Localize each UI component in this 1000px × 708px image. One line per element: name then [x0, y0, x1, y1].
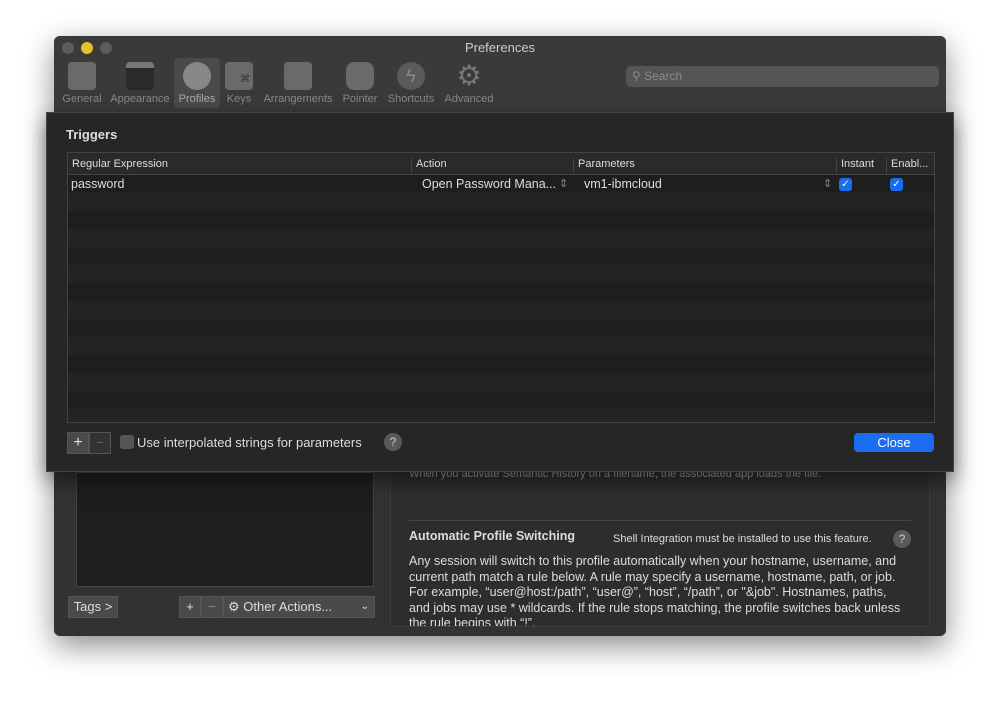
- empty-row: [68, 265, 934, 283]
- tab-label: Profiles: [178, 93, 216, 105]
- tab-general[interactable]: General: [58, 58, 106, 108]
- updown-chevron-icon: ⇕: [559, 178, 569, 190]
- interpolated-label: Use interpolated strings for parameters: [137, 435, 362, 450]
- tab-label: Arrangements: [263, 93, 333, 105]
- other-actions-dropdown[interactable]: ⚙ Other Actions... ⌄: [223, 596, 375, 618]
- empty-row: [68, 229, 934, 247]
- triggers-table[interactable]: Regular Expression Action Parameters Ins…: [67, 152, 935, 423]
- tab-label: Shortcuts: [387, 93, 435, 105]
- column-parameters[interactable]: Parameters: [573, 158, 635, 174]
- title-bar: Preferences General Appearance Profiles …: [54, 36, 946, 112]
- parameters-popup[interactable]: vm1-ibmcloud: [584, 177, 662, 191]
- tab-advanced[interactable]: ⚙ Advanced: [442, 58, 496, 108]
- user-icon: [183, 62, 211, 90]
- profiles-list[interactable]: [76, 472, 374, 587]
- chevron-down-icon: ⌄: [360, 601, 369, 612]
- divider: [409, 520, 911, 521]
- column-regex[interactable]: Regular Expression: [68, 158, 168, 174]
- tab-appearance[interactable]: Appearance: [108, 58, 172, 108]
- close-button[interactable]: Close: [854, 433, 934, 452]
- enabled-checkbox[interactable]: ✓: [890, 178, 903, 191]
- empty-row: [68, 373, 934, 391]
- tab-shortcuts[interactable]: ϟ Shortcuts: [384, 58, 438, 108]
- column-enabled[interactable]: Enabl...: [886, 158, 928, 174]
- window-title: Preferences: [464, 40, 536, 55]
- empty-row: [68, 283, 934, 301]
- tab-keys[interactable]: ⌘ Keys: [222, 58, 256, 108]
- aps-help-button[interactable]: ?: [893, 530, 911, 548]
- updown-chevron-icon: ⇕: [823, 178, 833, 190]
- empty-row: [68, 337, 934, 355]
- tab-label: Pointer: [342, 93, 378, 105]
- tags-button[interactable]: Tags >: [68, 596, 118, 618]
- table-row[interactable]: password Open Password Mana... ⇕ vm1-ibm…: [68, 175, 934, 193]
- command-key-icon: ⌘: [225, 62, 253, 90]
- gear-icon: ⚙: [228, 599, 244, 614]
- empty-row: [68, 319, 934, 337]
- tab-pointer[interactable]: Pointer: [338, 58, 382, 108]
- empty-row: [68, 391, 934, 409]
- lightning-icon: ϟ: [397, 62, 425, 90]
- other-actions-label: Other Actions...: [243, 599, 333, 614]
- empty-row: [68, 301, 934, 319]
- search-placeholder: Search: [644, 69, 683, 83]
- add-profile-button[interactable]: +: [179, 596, 201, 618]
- add-trigger-button[interactable]: +: [67, 432, 89, 454]
- tab-label: Advanced: [444, 93, 494, 105]
- search-icon: ⚲: [632, 69, 645, 83]
- tab-label: Appearance: [110, 93, 170, 105]
- help-button[interactable]: ?: [384, 433, 402, 451]
- action-popup[interactable]: Open Password Mana...: [422, 177, 556, 191]
- empty-row: [68, 247, 934, 265]
- mouse-icon: [346, 62, 374, 90]
- remove-trigger-button[interactable]: −: [89, 432, 111, 454]
- arrangements-icon: [284, 62, 312, 90]
- tab-label: General: [62, 93, 102, 105]
- column-instant[interactable]: Instant: [836, 158, 874, 174]
- profile-advanced-panel: When you activate Semantic History on a …: [390, 462, 930, 627]
- aps-note: Shell Integration must be installed to u…: [613, 533, 872, 545]
- instant-checkbox[interactable]: ✓: [839, 178, 852, 191]
- table-header: Regular Expression Action Parameters Ins…: [68, 153, 934, 175]
- tab-label: Keys: [226, 93, 252, 105]
- tab-profiles[interactable]: Profiles: [174, 58, 220, 108]
- empty-row: [68, 355, 934, 373]
- general-icon: [68, 62, 96, 90]
- empty-row: [68, 193, 934, 211]
- appearance-icon: [126, 62, 154, 90]
- regex-cell[interactable]: password: [71, 177, 125, 191]
- tab-arrangements[interactable]: Arrangements: [260, 58, 336, 108]
- search-input[interactable]: ⚲ Search: [626, 66, 939, 87]
- interpolated-checkbox[interactable]: [120, 435, 134, 449]
- aps-description: Any session will switch to this profile …: [409, 554, 901, 627]
- sheet-title: Triggers: [66, 127, 118, 142]
- table-body: password Open Password Mana... ⇕ vm1-ibm…: [68, 175, 934, 422]
- gear-icon: ⚙: [456, 60, 482, 91]
- triggers-sheet: Triggers Regular Expression Action Param…: [46, 112, 954, 472]
- empty-row: [68, 211, 934, 229]
- column-action[interactable]: Action: [411, 158, 447, 174]
- empty-row: [68, 409, 934, 422]
- remove-profile-button[interactable]: −: [201, 596, 223, 618]
